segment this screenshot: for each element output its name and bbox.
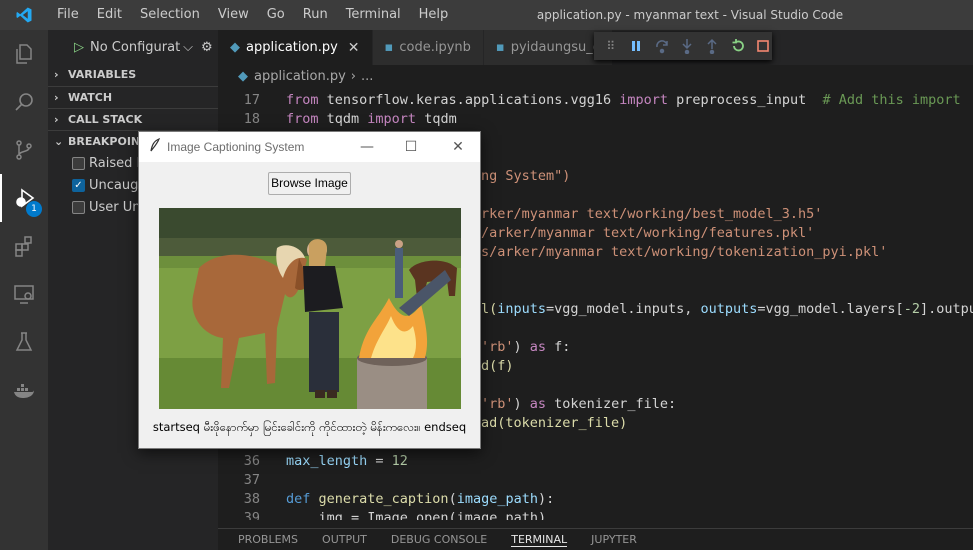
browse-image-button[interactable]: Browse Image: [268, 172, 351, 195]
stop-icon[interactable]: [755, 37, 772, 55]
close-icon[interactable]: ✕: [348, 40, 360, 56]
tab-application-py[interactable]: ◆ application.py ✕: [218, 30, 373, 65]
tab-terminal[interactable]: TERMINAL: [511, 533, 568, 547]
run-config-label: No Configurat: [90, 39, 181, 55]
chevron-right-icon: ›: [54, 113, 59, 126]
close-icon[interactable]: ✕: [435, 132, 481, 162]
python-file-icon: ◆: [238, 68, 248, 84]
chevron-right-icon: ›: [54, 68, 59, 81]
menu-go[interactable]: Go: [258, 0, 294, 30]
chevron-down-icon: ⌵: [183, 39, 194, 55]
caption-text: startseq မီးဖိုနောက်မှာ မြင်းခေါင်းကို က…: [152, 420, 467, 434]
image-captioning-window: Image Captioning System — ☐ ✕ Browse Ima…: [138, 131, 481, 449]
testing-icon[interactable]: [0, 318, 48, 366]
notebook-file-icon: ▪: [384, 40, 394, 55]
debug-toolbar: ▷ No Configurat ⌵ ⚙: [48, 30, 218, 64]
title-bar: File Edit Selection View Go Run Terminal…: [0, 0, 973, 30]
drag-handle-icon[interactable]: ⠿: [602, 37, 619, 55]
menu-view[interactable]: View: [209, 0, 258, 30]
remote-explorer-icon[interactable]: [0, 270, 48, 318]
breadcrumb-symbols[interactable]: ...: [361, 69, 373, 84]
checkbox[interactable]: [72, 200, 85, 214]
explorer-icon[interactable]: [0, 30, 48, 78]
dialog-title-bar[interactable]: Image Captioning System — ☐ ✕: [139, 132, 480, 162]
horse-photo: [159, 208, 461, 409]
step-out-icon[interactable]: [704, 37, 721, 55]
source-control-icon[interactable]: [0, 126, 48, 174]
menu-selection[interactable]: Selection: [131, 0, 209, 30]
vscode-logo-icon[interactable]: [0, 0, 48, 30]
panel-tabs: PROBLEMS OUTPUT DEBUG CONSOLE TERMINAL J…: [218, 528, 973, 550]
start-debugging-icon[interactable]: ▷: [74, 40, 84, 55]
code-line: 17 from tensorflow.keras.applications.vgg…: [243, 92, 961, 108]
maximize-icon[interactable]: ☐: [388, 132, 434, 162]
search-icon[interactable]: [0, 78, 48, 126]
menu-edit[interactable]: Edit: [88, 0, 131, 30]
section-call-stack[interactable]: › CALL STACK: [48, 108, 218, 130]
menu-file[interactable]: File: [48, 0, 88, 30]
checkbox[interactable]: [72, 156, 85, 170]
chevron-down-icon: ⌄: [54, 135, 64, 148]
code-line: 38 def generate_caption(image_path):: [243, 491, 555, 507]
activity-bar: 1: [0, 30, 48, 550]
code-line: 39 img = Image.open(image_path): [243, 510, 547, 520]
section-variables[interactable]: › VARIABLES: [48, 64, 218, 86]
tab-jupyter[interactable]: JUPYTER: [591, 533, 637, 546]
notebook-file-icon: ▪: [495, 40, 505, 55]
run-debug-icon[interactable]: 1: [0, 174, 48, 222]
tab-output[interactable]: OUTPUT: [322, 533, 367, 546]
docker-icon[interactable]: [0, 366, 48, 414]
run-configuration-dropdown[interactable]: ▷ No Configurat ⌵ ⚙: [74, 36, 213, 58]
extensions-icon[interactable]: [0, 222, 48, 270]
menu-terminal[interactable]: Terminal: [337, 0, 410, 30]
tab-problems[interactable]: PROBLEMS: [238, 533, 298, 546]
feather-icon: [149, 137, 161, 156]
debug-floating-toolbar: ⠿: [594, 32, 772, 60]
restart-icon[interactable]: [729, 37, 746, 55]
menu-bar: File Edit Selection View Go Run Terminal…: [48, 0, 457, 30]
breadcrumb-file[interactable]: application.py: [254, 69, 346, 84]
code-line: 18 from tqdm import tqdm: [243, 111, 457, 127]
chevron-right-icon: ›: [54, 91, 59, 104]
minimize-icon[interactable]: —: [344, 132, 390, 162]
code-line: 36 max_length = 12: [243, 453, 408, 469]
breadcrumb: ◆ application.py › ...: [218, 65, 973, 87]
menu-run[interactable]: Run: [294, 0, 337, 30]
tab-debug-console[interactable]: DEBUG CONSOLE: [391, 533, 487, 546]
debug-badge: 1: [26, 201, 42, 217]
code-line: 37: [243, 472, 260, 488]
section-watch[interactable]: › WATCH: [48, 86, 218, 108]
gear-icon[interactable]: ⚙: [201, 40, 213, 55]
pause-icon[interactable]: [627, 37, 644, 55]
python-file-icon: ◆: [230, 40, 240, 55]
chevron-right-icon: ›: [350, 68, 356, 84]
step-into-icon[interactable]: [678, 37, 695, 55]
dialog-title: Image Captioning System: [167, 140, 305, 154]
window-title: application.py - myanmar text - Visual S…: [536, 8, 844, 22]
tab-code-ipynb[interactable]: ▪ code.ipynb: [372, 30, 484, 65]
step-over-icon[interactable]: [653, 37, 670, 55]
checkbox-checked[interactable]: ✓: [72, 178, 85, 192]
